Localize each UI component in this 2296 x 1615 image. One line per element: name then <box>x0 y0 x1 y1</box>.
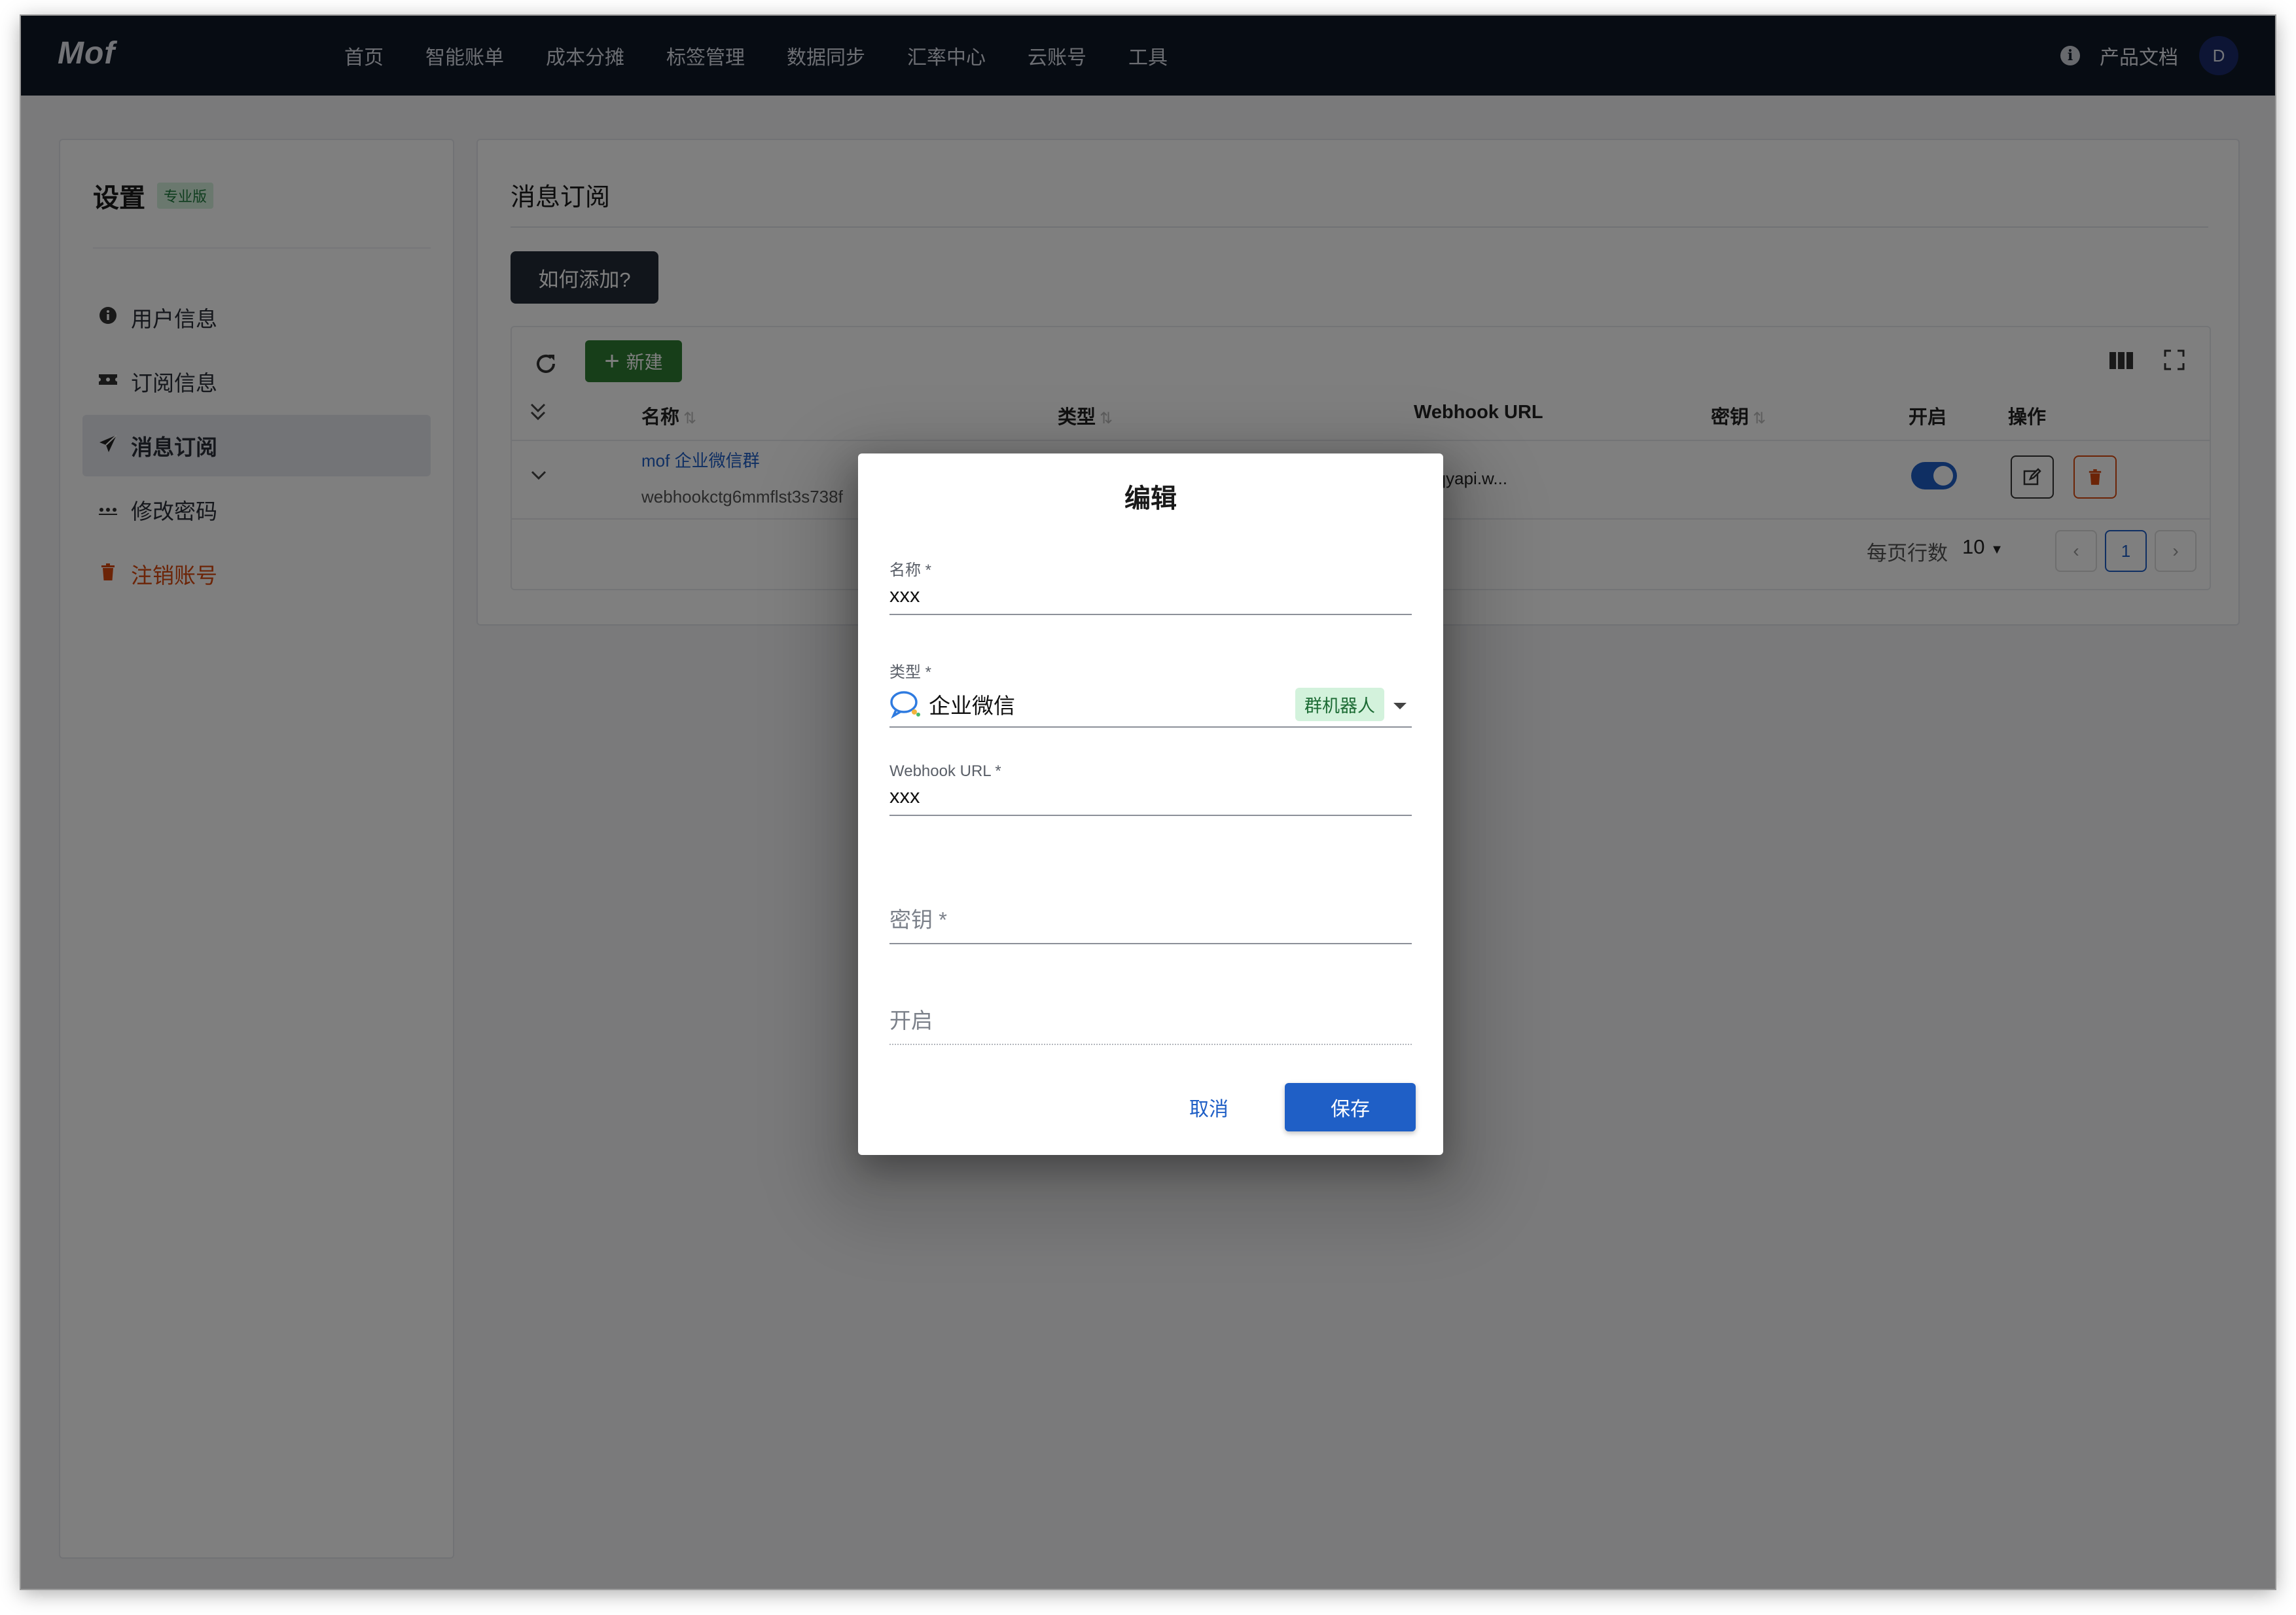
wecom-icon <box>890 691 920 719</box>
secret-field-placeholder[interactable]: 密钥 * <box>889 902 1412 934</box>
chevron-down-icon[interactable] <box>1393 703 1407 709</box>
name-field-value[interactable]: xxx <box>889 584 1412 607</box>
field-underline <box>889 943 1412 944</box>
webhook-field-value[interactable]: xxx <box>889 785 1412 808</box>
enabled-field[interactable]: 开启 <box>889 1003 1412 1045</box>
secret-field[interactable]: 密钥 * <box>889 902 1412 944</box>
field-underline <box>889 815 1412 816</box>
name-field-label: 名称 * <box>889 561 932 579</box>
dialog-title: 编辑 <box>1124 484 1177 513</box>
group-robot-chip: 群机器人 <box>1295 687 1384 721</box>
webhook-field-label: Webhook URL * <box>889 762 1001 780</box>
save-button[interactable]: 保存 <box>1285 1083 1416 1131</box>
cancel-button[interactable]: 取消 <box>1170 1083 1248 1131</box>
type-select-row[interactable]: 企业微信 群机器人 <box>889 687 1412 721</box>
webhook-url-field[interactable]: Webhook URL * xxx <box>889 762 1412 816</box>
type-select[interactable]: 类型 * 企业微信 群机器人 <box>889 659 1412 728</box>
edit-dialog: 编辑 名称 * xxx 类型 * 企业微信 群机器人 Webhook URL * <box>858 453 1443 1155</box>
app-window: Mof 首页 智能账单 成本分摊 标签管理 数据同步 汇率中心 云账号 工具 i… <box>21 16 2275 1589</box>
field-underline <box>889 1044 1412 1045</box>
field-underline <box>889 726 1412 728</box>
enabled-field-placeholder[interactable]: 开启 <box>889 1003 1412 1035</box>
field-underline <box>889 614 1412 615</box>
type-field-label: 类型 * <box>889 664 932 681</box>
name-field[interactable]: 名称 * xxx <box>889 557 1412 615</box>
type-value: 企业微信 <box>929 694 1015 718</box>
